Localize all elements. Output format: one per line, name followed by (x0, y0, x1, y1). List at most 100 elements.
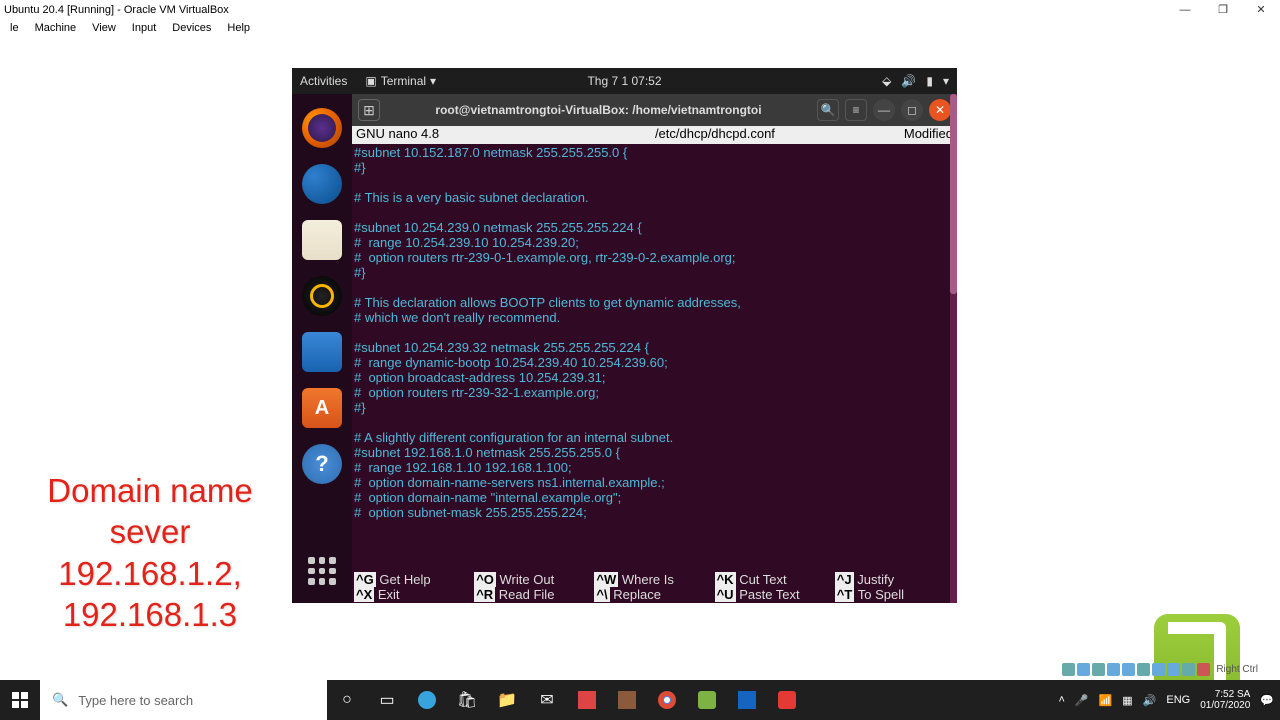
app-icon-2[interactable] (607, 680, 647, 720)
maximize-button[interactable]: ◻ (901, 99, 923, 121)
explorer-icon[interactable]: 📁 (487, 680, 527, 720)
editor-line: # This declaration allows BOOTP clients … (354, 295, 957, 310)
editor-line (354, 325, 957, 340)
vbox-menu-devices[interactable]: Devices (164, 22, 219, 34)
editor-line: #subnet 10.152.187.0 netmask 255.255.255… (354, 145, 957, 160)
editor-line (354, 280, 957, 295)
tray-lang[interactable]: ENG (1166, 694, 1190, 706)
start-button[interactable] (0, 680, 40, 720)
menu-button[interactable]: ≡ (845, 99, 867, 121)
help-icon[interactable] (302, 444, 342, 484)
vbox-maximize-button[interactable]: ❐ (1204, 0, 1242, 19)
vbox-minimize-button[interactable]: — (1166, 0, 1204, 19)
editor-line: # range 192.168.1.10 192.168.1.100; (354, 460, 957, 475)
chrome-icon[interactable] (647, 680, 687, 720)
mail-icon[interactable]: ✉ (527, 680, 567, 720)
vbox-close-button[interactable]: ✕ (1242, 0, 1280, 19)
windows-taskbar: 🔍 Type here to search ○ ▭ 🛍 📁 ✉ ˄ 🎤 📶 ▦ … (0, 680, 1280, 720)
editor-line: #subnet 10.254.239.0 netmask 255.255.255… (354, 220, 957, 235)
nano-version: GNU nano 4.8 (356, 126, 526, 144)
editor-line: # range dynamic-bootp 10.254.239.40 10.2… (354, 355, 957, 370)
editor-line: # option routers rtr-239-32-1.example.or… (354, 385, 957, 400)
network-icon: ⬙ (882, 74, 891, 88)
edge-icon[interactable] (407, 680, 447, 720)
vbox-net-icon[interactable] (1107, 663, 1120, 676)
system-tray[interactable]: ˄ 🎤 📶 ▦ 🔊 ENG 7:52 SA 01/07/2020 💬 (1058, 689, 1280, 711)
editor-line: # A slightly different configuration for… (354, 430, 957, 445)
search-box[interactable]: 🔍 Type here to search (40, 680, 327, 720)
vbox-audio-icon[interactable] (1092, 663, 1105, 676)
vbox-usb-icon[interactable] (1122, 663, 1135, 676)
editor-line (354, 175, 957, 190)
vbox-menu-help[interactable]: Help (219, 22, 258, 34)
nano-shortcut: ^G Get Help^X Exit (354, 571, 474, 603)
app-icon-1[interactable] (567, 680, 607, 720)
search-button[interactable]: 🔍 (817, 99, 839, 121)
vbox-shared-icon[interactable] (1137, 663, 1150, 676)
vbox-cd-icon[interactable] (1077, 663, 1090, 676)
battery-icon: ▮ (926, 74, 933, 88)
terminal-header: ⊞ root@vietnamtrongtoi-VirtualBox: /home… (352, 94, 957, 126)
vbox-menu-file[interactable]: le (2, 22, 27, 34)
libreoffice-writer-icon[interactable] (302, 332, 342, 372)
editor-line: # range 10.254.239.10 10.254.239.20; (354, 235, 957, 250)
vbox-menubar: le Machine View Input Devices Help (0, 19, 1280, 37)
tray-chevron-icon[interactable]: ˄ (1058, 694, 1064, 706)
nano-status: Modified (904, 126, 953, 144)
virtualbox-icon[interactable] (727, 680, 767, 720)
nano-filename: /etc/dhcp/dhcpd.conf (526, 126, 904, 144)
vbox-hd-icon[interactable] (1062, 663, 1075, 676)
chevron-down-icon: ▾ (943, 74, 949, 88)
app-menu[interactable]: ▣ Terminal ▾ (365, 74, 436, 88)
vbox-menu-view[interactable]: View (84, 22, 124, 34)
files-icon[interactable] (302, 220, 342, 260)
action-center-icon[interactable]: 💬 (1260, 694, 1274, 707)
task-view-button[interactable]: ▭ (367, 680, 407, 720)
nano-footer: ^G Get Help^X Exit^O Write Out^R Read Fi… (352, 571, 957, 603)
nano-header: GNU nano 4.8 /etc/dhcp/dhcpd.conf Modifi… (352, 126, 957, 144)
terminal-title: root@vietnamtrongtoi-VirtualBox: /home/v… (386, 103, 811, 117)
nano-shortcut: ^J Justify^T To Spell (835, 571, 955, 603)
vbox-rec-icon[interactable] (1167, 663, 1180, 676)
tray-volume-icon[interactable]: 🔊 (1143, 694, 1157, 707)
terminal-icon: ▣ (365, 74, 376, 88)
camtasia-rec-icon[interactable] (767, 680, 807, 720)
close-button[interactable]: ✕ (929, 99, 951, 121)
search-icon: 🔍 (52, 692, 68, 708)
new-tab-button[interactable]: ⊞ (358, 99, 380, 121)
thunderbird-icon[interactable] (302, 164, 342, 204)
system-status-area[interactable]: ⬙ 🔊 ▮ ▾ (882, 74, 949, 88)
nano-shortcut: ^K Cut Text^U Paste Text (715, 571, 835, 603)
store-icon[interactable]: 🛍 (447, 680, 487, 720)
cortana-button[interactable]: ○ (327, 680, 367, 720)
activities-button[interactable]: Activities (300, 74, 347, 88)
ubuntu-software-icon[interactable] (302, 388, 342, 428)
editor-content[interactable]: #subnet 10.152.187.0 netmask 255.255.255… (352, 144, 957, 571)
tray-net-icon[interactable]: ▦ (1122, 694, 1132, 707)
vbox-menu-input[interactable]: Input (124, 22, 164, 34)
editor-line: # option subnet-mask 255.255.255.224; (354, 505, 957, 520)
show-applications-button[interactable] (302, 551, 342, 591)
minimize-button[interactable]: — (873, 99, 895, 121)
editor-line (354, 415, 957, 430)
search-placeholder: Type here to search (78, 693, 193, 708)
tray-wifi-icon[interactable]: 📶 (1099, 694, 1113, 707)
vbox-menu-machine[interactable]: Machine (27, 22, 85, 34)
vbox-mouse-icon[interactable] (1197, 663, 1210, 676)
host-key-label: Right Ctrl (1216, 664, 1258, 675)
editor-line: #} (354, 265, 957, 280)
clock[interactable]: Thg 7 1 07:52 (587, 74, 661, 88)
editor-line: #subnet 192.168.1.0 netmask 255.255.255.… (354, 445, 957, 460)
editor-line: # This is a very basic subnet declaratio… (354, 190, 957, 205)
firefox-icon[interactable] (302, 108, 342, 148)
rhythmbox-icon[interactable] (302, 276, 342, 316)
tray-mic-icon[interactable]: 🎤 (1075, 694, 1089, 707)
vbox-cpu-icon[interactable] (1182, 663, 1195, 676)
terminal-scrollbar[interactable] (950, 94, 957, 603)
editor-line: # option domain-name "internal.example.o… (354, 490, 957, 505)
editor-line (354, 205, 957, 220)
camtasia-task-icon[interactable] (687, 680, 727, 720)
vbox-display-icon[interactable] (1152, 663, 1165, 676)
tray-clock[interactable]: 7:52 SA 01/07/2020 (1200, 689, 1250, 711)
editor-line: #} (354, 160, 957, 175)
